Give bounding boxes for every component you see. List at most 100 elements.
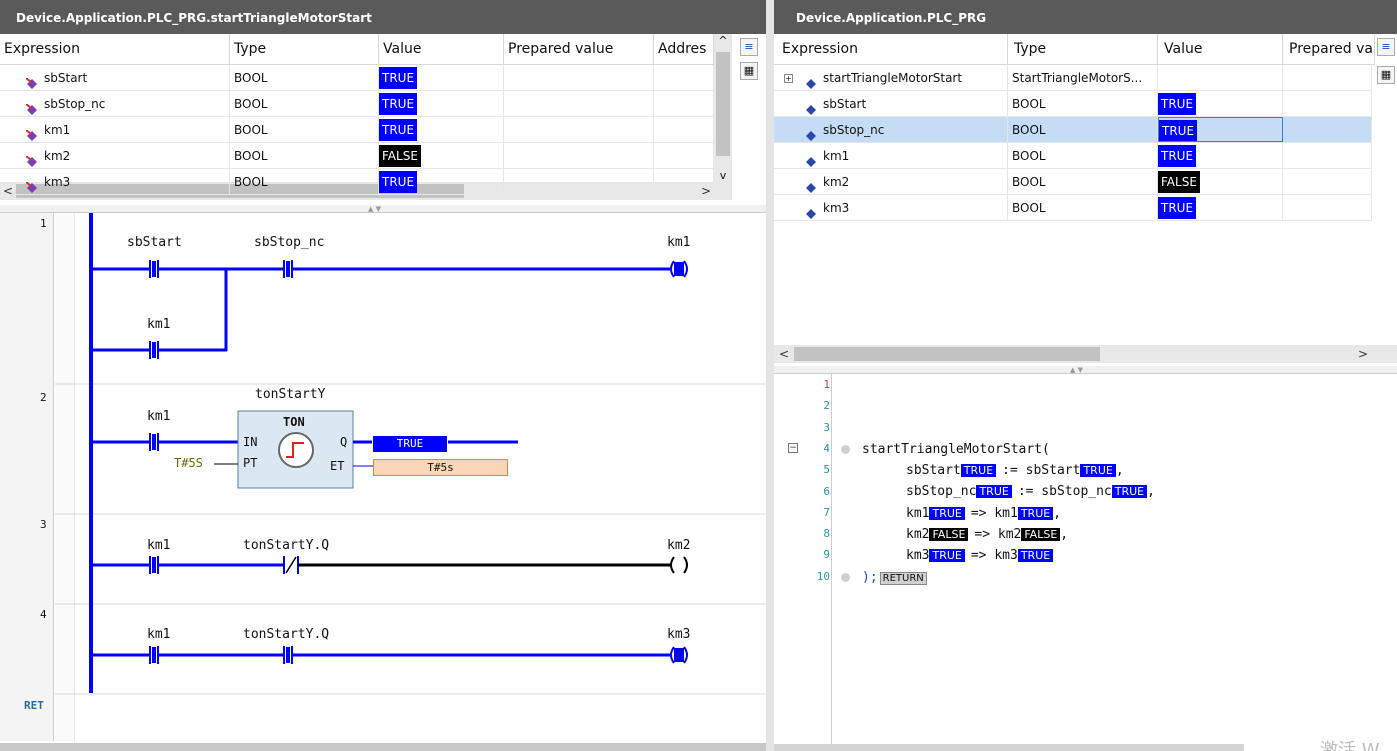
left-splitter[interactable]: ▲ ▼ [0,205,766,213]
watch-row[interactable]: sbStop_nc BOOL TRUE [0,91,714,117]
right-hscroll[interactable]: < > [774,345,1397,363]
expr-cell: sbStop_nc [0,91,230,116]
col-address[interactable]: Addres [654,34,714,65]
breakpoint-marker-icon[interactable] [841,573,850,582]
watch-row[interactable]: km2 BOOL FALSE [774,169,1372,195]
watch-row[interactable]: sbStart BOOL TRUE [774,91,1372,117]
watch-row[interactable]: + startTriangleMotorStart StartTriangleMot… [774,65,1372,91]
table-view-icon[interactable]: ▦ [1377,66,1395,84]
param-op: := sbStart [1002,463,1081,478]
label-km1-n2: km1 [147,409,171,424]
var-name: km1 [823,149,850,163]
left-vscroll[interactable]: ^ v [714,34,732,182]
line-number: 6 [823,484,830,498]
hscroll-thumb[interactable] [794,347,1100,361]
contact-tonstarty-q-n4 [283,646,293,664]
watch-row[interactable]: km1 BOOL TRUE [774,143,1372,169]
bottom-scrollbar[interactable] [0,743,766,751]
prepared-cell[interactable] [504,65,654,90]
scroll-left-arrow-icon[interactable]: < [776,345,792,363]
watch-row[interactable]: km1 BOOL TRUE [0,117,714,143]
watch-row[interactable]: sbStop_nc BOOL TRUE [774,117,1372,143]
table-view-icon[interactable]: ▦ [740,62,758,80]
scroll-up-arrow-icon[interactable]: ^ [714,34,732,50]
prepared-cell[interactable] [504,117,654,142]
label-km1-n3: km1 [147,538,171,553]
prepared-cell[interactable] [1283,143,1372,168]
type-cell: StartTriangleMotorS... [1008,65,1158,90]
var-value: TRUE [379,119,418,141]
prepared-cell[interactable] [504,91,654,116]
col-expression[interactable]: Expression [774,34,1008,65]
col-type[interactable]: Type [230,34,379,65]
col-prepared-value[interactable]: Prepared value [504,34,654,65]
prepared-cell[interactable] [1283,195,1372,220]
watch-row[interactable]: sbStart BOOL TRUE [0,65,714,91]
timer-clock-icon [278,432,314,468]
var-type: BOOL [1012,175,1046,189]
prepared-cell[interactable] [1283,65,1372,90]
col-prepared-value[interactable]: Prepared va [1283,34,1375,65]
watch-row[interactable]: km3 BOOL TRUE [774,195,1372,221]
type-cell: BOOL [1008,169,1158,194]
address-cell [654,143,714,168]
contact-km1-n3 [149,556,159,574]
breakpoint-marker-icon[interactable] [841,445,850,454]
address-cell [654,117,714,142]
var-name: sbStop_nc [823,123,885,137]
prepared-cell[interactable] [504,143,654,168]
ladder-diagram [55,213,766,695]
bottom-right-bar [774,744,1244,751]
var-value: TRUE [1159,120,1198,141]
fold-toggle-icon[interactable]: − [788,443,798,453]
var-name: sbStop_nc [44,97,106,111]
prepared-cell[interactable] [1283,117,1372,142]
scroll-right-arrow-icon[interactable]: > [1355,345,1371,363]
right-splitter[interactable]: ▲ ▼ [774,366,1397,374]
scroll-down-arrow-icon[interactable]: v [714,169,732,182]
param-name: km2 [906,526,930,542]
line-number: 9 [823,548,830,562]
expr-cell: km3 [0,169,230,194]
vertical-splitter[interactable] [766,0,774,751]
contact-km1-branch [149,341,159,359]
var-value: TRUE [379,93,418,115]
monitor-view-icon[interactable]: ≡ [740,38,758,56]
value-cell: TRUE [1158,195,1283,220]
inline-value: TRUE [1017,506,1054,520]
monitor-view-icon[interactable]: ≡ [1377,38,1395,56]
et-value: T#5s [373,459,508,476]
inline-value: TRUE [976,485,1012,499]
col-type[interactable]: Type [1008,34,1158,65]
value-cell: TRUE [1158,117,1283,142]
left-watch-pane: Device.Application.PLC_PRG.startTriangle… [0,0,766,208]
prepared-cell[interactable] [504,169,654,194]
vscroll-thumb[interactable] [716,52,730,156]
expr-cell: sbStart [774,91,1008,116]
line-number: 3 [823,420,830,434]
prepared-cell[interactable] [1283,91,1372,116]
coil-km1 [670,260,688,278]
contact-km1-n2 [149,433,159,451]
type-cell: BOOL [1008,91,1158,116]
variable-io-icon [25,151,38,167]
col-value[interactable]: Value [1158,34,1283,65]
expr-cell: km1 [774,143,1008,168]
expr-cell: sbStart [0,65,230,90]
q-value-true: TRUE [373,436,447,452]
var-value: FALSE [379,145,421,167]
watch-row[interactable]: km3 BOOL TRUE [0,169,714,195]
power-rail [89,213,93,693]
contact-km1-n4 [149,646,159,664]
param-tail: , [1115,463,1124,478]
expand-plus-icon[interactable]: + [784,74,793,83]
variable-icon [805,151,817,167]
expr-cell: km2 [0,143,230,168]
watch-row[interactable]: km2 BOOL FALSE [0,143,714,169]
prepared-cell[interactable] [1283,169,1372,194]
col-expression[interactable]: Expression [0,34,230,65]
ton-in-label: IN [243,435,258,449]
col-value[interactable]: Value [379,34,504,65]
ladder-editor: 1 2 3 4 RET sbStart sbStop_nc km1 km1 to… [0,213,766,751]
code-param-line: sbStart TRUE:= sbStart TRUE, [906,463,1124,478]
